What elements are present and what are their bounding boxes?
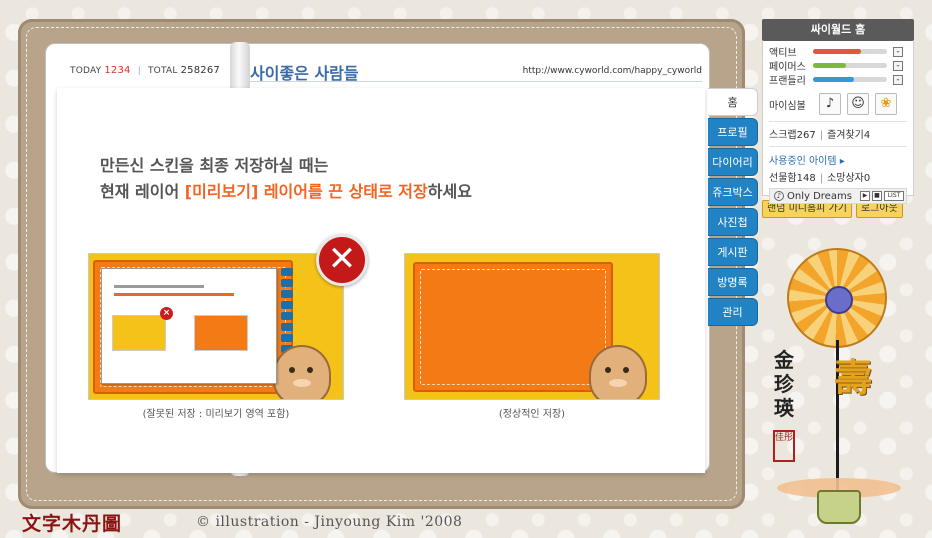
items-in-use-link[interactable]: 사용중인 아이템 ▸	[769, 152, 907, 167]
stat-row-active: 액티브 -	[769, 45, 907, 59]
artist-signature: 文字木丹圖	[22, 513, 123, 535]
bgm-list-button[interactable]: LIST	[884, 191, 904, 201]
collapse-icon[interactable]: -	[893, 74, 903, 85]
page-title-bar: 사이좋은 사람들 http://www.cyworld.com/happy_cy…	[250, 60, 702, 83]
big-character: 壽	[833, 355, 872, 400]
stat-row-friendly: 프랜들리 -	[769, 73, 907, 87]
tab-guestbook[interactable]: 방명록	[708, 268, 758, 296]
stat-row-famous: 페이머스 -	[769, 59, 907, 73]
notice-line-2-post: 하세요	[427, 182, 472, 201]
notice-line-2: 현재 레이어 [미리보기] 레이어를 끈 상태로 저장하세요	[100, 179, 472, 205]
stat-bar	[813, 63, 887, 68]
correct-save-example	[404, 253, 660, 400]
stat-label: 페이머스	[769, 62, 806, 73]
gift-row: 선물함148 | 소망상자0	[769, 173, 871, 184]
tab-board[interactable]: 게시판	[708, 238, 758, 266]
stop-icon[interactable]: ■	[872, 191, 882, 201]
stat-fill	[813, 77, 854, 82]
favorites-link[interactable]: 즐겨찾기4	[827, 130, 870, 141]
bgm-player: ♪ Only Dreams ▶ ■ LIST	[769, 188, 907, 204]
mini-x-icon: ×	[160, 307, 173, 320]
tab-diary[interactable]: 다이어리	[708, 148, 758, 176]
visit-counter: TODAY 1234 | TOTAL 258267	[70, 65, 220, 76]
right-caption: (정상적인 저장)	[498, 409, 566, 420]
wish-box-link[interactable]: 소망상자0	[827, 173, 870, 184]
person-icon[interactable]: ☺	[847, 93, 869, 115]
bgm-title: Only Dreams	[787, 190, 852, 202]
side-title[interactable]: 싸이월드 홈	[762, 19, 914, 41]
calligraphy-name: 金珍瑛	[774, 348, 794, 420]
bgm-disc-icon: ♪	[774, 191, 784, 201]
my-symbol-row: 마이심볼 ♪ ☺ ❀	[769, 92, 907, 116]
stat-fill	[813, 63, 847, 68]
scrap-row: 스크랩267 | 즐겨찾기4	[769, 130, 871, 141]
example-tabs	[281, 268, 293, 353]
play-icon[interactable]: ▶	[860, 191, 870, 201]
stat-bar	[813, 77, 887, 82]
seal-stamp: 佳彤	[773, 430, 795, 462]
stat-label: 프랜들리	[769, 76, 806, 87]
divider	[769, 121, 907, 122]
stat-label: 액티브	[769, 48, 797, 59]
music-note-icon[interactable]: ♪	[819, 93, 841, 115]
decorative-illustration: 金珍瑛 佳彤 壽	[767, 240, 917, 530]
collapse-icon[interactable]: -	[893, 60, 903, 71]
notice-line-2-pre: 현재 레이어	[100, 182, 185, 201]
notice-line-1: 만든신 스킨을 최종 저장하실 때는	[100, 156, 329, 175]
homepage-url[interactable]: http://www.cyworld.com/happy_cyworld	[523, 66, 702, 76]
mini-text-line	[114, 285, 204, 288]
tab-photo[interactable]: 사진첩	[708, 208, 758, 236]
vase-image	[817, 490, 861, 524]
total-count: 258267	[180, 65, 220, 76]
example-board	[413, 262, 613, 392]
stat-fill	[813, 49, 862, 54]
tab-home[interactable]: 홈	[708, 88, 758, 116]
notice-line-2-accent: [미리보기] 레이어를 끈 상태로 저장	[184, 182, 428, 201]
side-panel: 싸이월드 홈 액티브 - 페이머스 - 프랜들리 - 마이심볼 ♪ ☺ ❀ 스크…	[762, 19, 914, 218]
counter-separator: |	[137, 66, 141, 76]
mini-thumb-right	[194, 315, 248, 351]
chrysanthemum-image	[787, 248, 887, 348]
mascot-image	[589, 345, 647, 399]
tab-admin[interactable]: 관리	[708, 298, 758, 326]
wrong-x-icon: ✕	[316, 234, 368, 286]
today-count: 1234	[104, 65, 131, 76]
side-box: 액티브 - 페이머스 - 프랜들리 - 마이심볼 ♪ ☺ ❀ 스크랩267 | 즐겨…	[762, 41, 914, 204]
wrong-caption: (잘못된 저장 : 미리보기 영역 포함)	[142, 409, 290, 420]
my-symbol-label: 마이심볼	[769, 100, 806, 112]
scrap-link[interactable]: 스크랩267	[769, 130, 816, 141]
mascot-image	[273, 345, 331, 399]
divider	[769, 146, 907, 147]
notice-headline: 만든신 스킨을 최종 저장하실 때는 현재 레이어 [미리보기] 레이어를 끈 …	[100, 153, 472, 205]
today-label: TODAY	[70, 66, 102, 76]
illustration-credit: © illustration - Jinyoung Kim '2008	[196, 514, 463, 530]
tab-jukebox[interactable]: 쥬크박스	[708, 178, 758, 206]
fish-icon[interactable]: ❀	[875, 93, 897, 115]
total-label: TOTAL	[147, 66, 178, 76]
nested-preview-window: ×	[101, 268, 277, 384]
stat-bar	[813, 49, 887, 54]
mini-text-line	[114, 293, 234, 296]
wrong-save-example: ×	[88, 253, 344, 400]
gift-box-link[interactable]: 선물함148	[769, 173, 816, 184]
collapse-icon[interactable]: -	[893, 46, 903, 57]
tab-profile[interactable]: 프로필	[708, 118, 758, 146]
page-title: 사이좋은 사람들	[250, 64, 359, 83]
mini-thumb-wrong	[112, 315, 166, 351]
